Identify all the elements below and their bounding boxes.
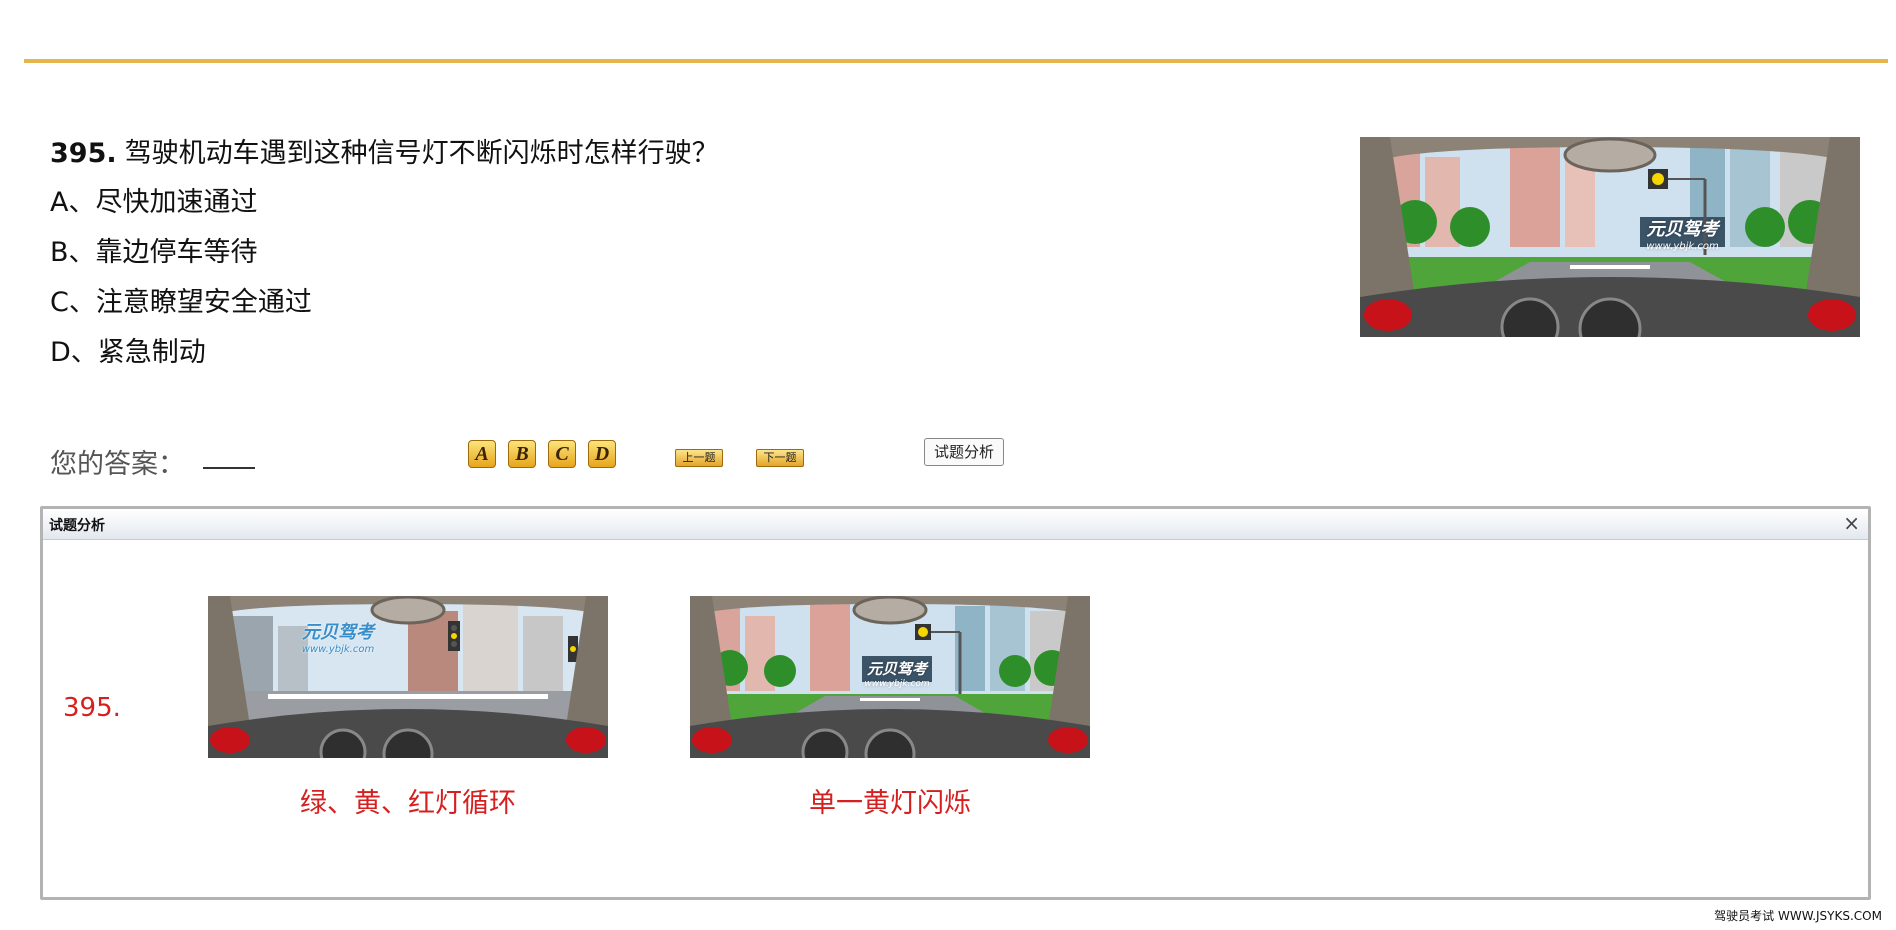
analysis-image-cycle: 元贝驾考 www.ybjk.com xyxy=(208,596,608,758)
analysis-panel-header: 试题分析 × xyxy=(43,509,1868,540)
caption-yellow-flash: 单一黄灯闪烁 xyxy=(809,788,971,819)
analysis-panel: 试题分析 × 395. 元贝驾考 www.ybjk.com 绿、黄、红灯循环 元… xyxy=(40,506,1871,900)
windshield-scene-yellow xyxy=(1360,137,1860,337)
thumb2-watermark: 元贝驾考 www.ybjk.com xyxy=(864,660,930,689)
choice-button-a[interactable]: A xyxy=(468,440,496,468)
question-text: 驾驶机动车遇到这种信号灯不断闪烁时怎样行驶？ xyxy=(124,138,719,169)
image-watermark: 元贝驾考 www.ybjk.com xyxy=(1646,219,1719,252)
answer-value xyxy=(203,467,255,469)
choice-button-d[interactable]: D xyxy=(588,440,616,468)
option-a: A、尽快加速通过 xyxy=(50,187,258,218)
next-question-button[interactable]: 下一题 xyxy=(756,449,804,467)
question-number: 395. xyxy=(50,138,117,169)
footer-credit: 驾驶员考试 WWW.JSYKS.COM xyxy=(1714,909,1882,923)
choice-button-c[interactable]: C xyxy=(548,440,576,468)
caption-cycle: 绿、黄、红灯循环 xyxy=(300,788,516,819)
analysis-number: 395. xyxy=(63,693,121,723)
answer-label: 您的答案： xyxy=(50,449,185,480)
header-divider xyxy=(24,59,1888,63)
thumb1-watermark: 元贝驾考 www.ybjk.com xyxy=(301,622,375,655)
close-icon[interactable]: × xyxy=(1843,512,1860,534)
option-d: D、紧急制动 xyxy=(50,337,206,368)
option-c: C、注意瞭望安全通过 xyxy=(50,287,312,318)
prev-question-button[interactable]: 上一题 xyxy=(675,449,723,467)
analysis-button[interactable]: 试题分析 xyxy=(924,438,1004,466)
analysis-panel-title: 试题分析 xyxy=(49,518,105,534)
analysis-image-yellow: 元贝驾考 www.ybjk.com xyxy=(690,596,1090,758)
question-block: 395. 驾驶机动车遇到这种信号灯不断闪烁时怎样行驶？ A、尽快加速通过 B、靠边… xyxy=(50,134,1250,378)
question-title: 395. 驾驶机动车遇到这种信号灯不断闪烁时怎样行驶？ xyxy=(50,134,1250,174)
option-b: B、靠边停车等待 xyxy=(50,237,258,268)
windshield-scene-cycle xyxy=(208,596,608,758)
answer-row: 您的答案： xyxy=(50,438,1250,482)
choice-button-b[interactable]: B xyxy=(508,440,536,468)
question-image: 元贝驾考 www.ybjk.com xyxy=(1360,137,1860,337)
